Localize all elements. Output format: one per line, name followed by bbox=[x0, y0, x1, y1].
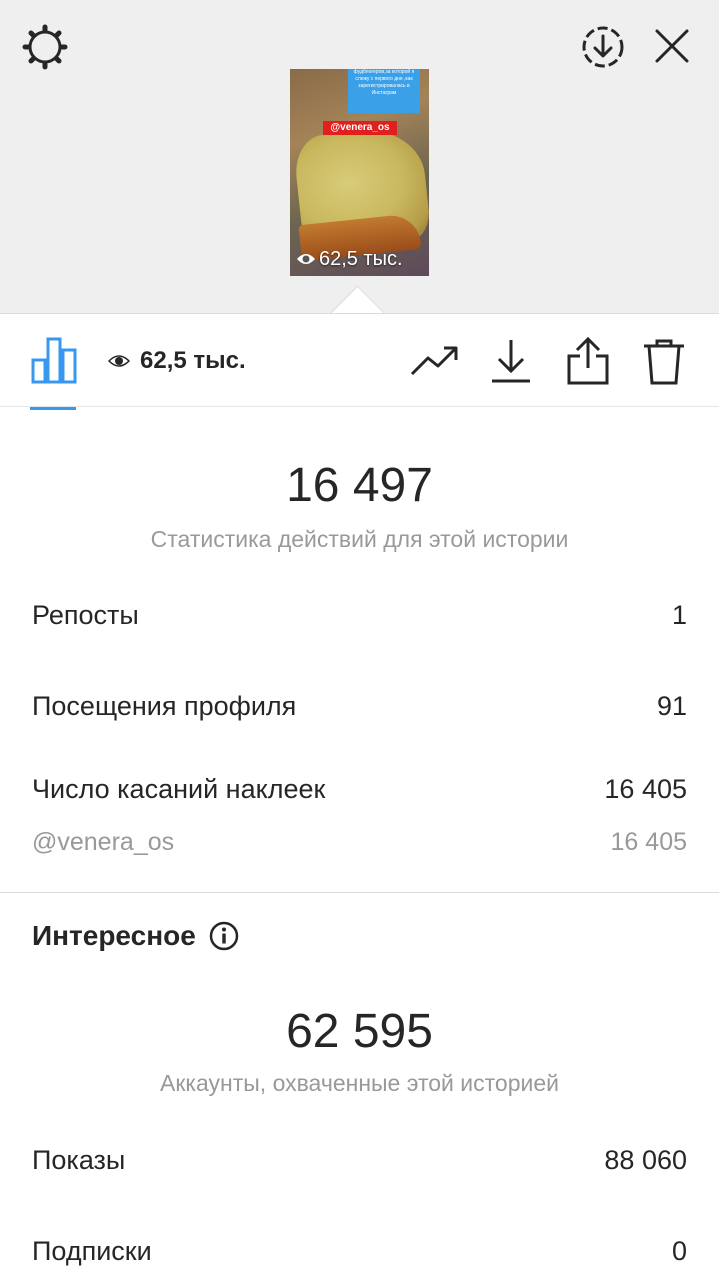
eye-icon bbox=[297, 254, 315, 264]
info-icon[interactable] bbox=[208, 920, 240, 952]
section-divider bbox=[0, 892, 719, 893]
impressions-label: Показы bbox=[32, 1145, 126, 1175]
impressions-value: 88 060 bbox=[604, 1145, 687, 1175]
interactions-total: 16 497 bbox=[286, 459, 433, 512]
scroll-peek-indicator bbox=[30, 407, 76, 410]
story-toolbar: 62,5 тыс. bbox=[0, 313, 719, 407]
sticker-mention-label: @venera_os bbox=[32, 828, 175, 856]
download-icon[interactable] bbox=[490, 338, 532, 384]
profile-visits-value: 91 bbox=[656, 691, 687, 721]
share-icon[interactable] bbox=[566, 336, 610, 386]
toolbar-views: 62,5 тыс. bbox=[108, 347, 246, 375]
reposts-value: 1 bbox=[671, 600, 687, 630]
trash-icon[interactable] bbox=[642, 338, 686, 386]
eye-icon bbox=[108, 355, 130, 367]
thumbnail-mention-tag: @venera_os bbox=[323, 121, 397, 135]
download-circle-icon[interactable] bbox=[580, 24, 626, 70]
thumbnail-views: 62,5 тыс. bbox=[296, 247, 403, 271]
discovery-title-text: Интересное bbox=[32, 920, 196, 951]
accounts-reached-total: 62 595 bbox=[286, 1005, 433, 1058]
bar-chart-icon[interactable] bbox=[31, 336, 77, 384]
interactions-subtitle: Статистика действий для этой истории bbox=[150, 526, 569, 552]
trend-icon[interactable] bbox=[410, 344, 460, 378]
accounts-reached-subtitle: Аккаунты, охваченные этой историей bbox=[160, 1070, 559, 1096]
discovery-title: Интересное bbox=[32, 920, 240, 952]
sticker-taps-label: Число касаний наклеек bbox=[32, 774, 326, 804]
follows-label: Подписки bbox=[32, 1236, 152, 1266]
gear-icon[interactable] bbox=[20, 22, 70, 72]
reposts-label: Репосты bbox=[32, 600, 139, 630]
sticker-taps-value: 16 405 bbox=[604, 774, 687, 804]
story-thumbnail[interactable]: фудблогеров,за которой я слежу с первого… bbox=[290, 69, 429, 276]
sticker-mention-value: 16 405 bbox=[610, 828, 687, 856]
follows-value: 0 bbox=[671, 1236, 687, 1266]
profile-visits-label: Посещения профиля bbox=[32, 691, 297, 721]
toolbar-views-count: 62,5 тыс. bbox=[140, 347, 246, 374]
thumbnail-caption: фудблогеров,за которой я слежу с первого… bbox=[348, 69, 420, 113]
thumbnail-views-count: 62,5 тыс. bbox=[319, 248, 403, 270]
close-icon[interactable] bbox=[652, 26, 692, 66]
